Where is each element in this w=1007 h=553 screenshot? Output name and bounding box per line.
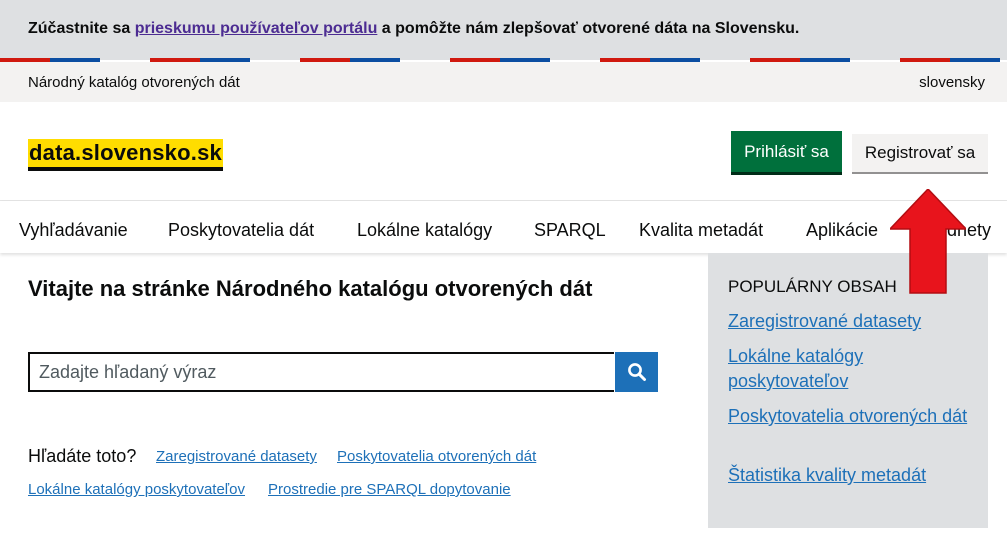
site-logo[interactable]: data.slovensko.sk — [28, 139, 223, 171]
quick-link-datasets[interactable]: Zaregistrované datasety — [156, 448, 317, 465]
nav-item-metadata-quality[interactable]: Kvalita metadát — [639, 220, 763, 241]
page-title: Vitajte na stránke Národného katalógu ot… — [28, 276, 593, 301]
site-name: Národný katalóg otvorených dát — [28, 74, 240, 91]
search-icon — [627, 363, 646, 381]
register-button[interactable]: Registrovať sa — [852, 134, 988, 172]
survey-banner: Zúčastnite sa prieskumu používateľov por… — [0, 0, 1007, 60]
quick-link-sparql[interactable]: Prostredie pre SPARQL dopytovanie — [268, 481, 511, 498]
survey-suffix: a pomôžte nám zlepšovať otvorené dáta na… — [377, 20, 800, 37]
nav-item-sparql[interactable]: SPARQL — [534, 220, 606, 241]
main-navigation: Vyhľadávanie Poskytovatelia dát Lokálne … — [0, 201, 1007, 253]
language-selector[interactable]: slovensky — [919, 74, 985, 91]
search-input[interactable] — [28, 352, 614, 392]
nav-item-applications[interactable]: Aplikácie — [806, 220, 878, 241]
site-header: data.slovensko.sk Prihlásiť sa Registrov… — [0, 102, 1007, 201]
search-button[interactable] — [615, 352, 658, 392]
survey-prefix: Zúčastnite sa — [28, 20, 135, 37]
sidebar-link-datasets[interactable]: Zaregistrované datasety — [728, 309, 968, 334]
survey-link[interactable]: prieskumu používateľov portálu — [135, 20, 378, 37]
login-button[interactable]: Prihlásiť sa — [731, 131, 842, 172]
top-bar: Národný katalóg otvorených dát slovensky — [0, 62, 1007, 102]
nav-item-search[interactable]: Vyhľadávanie — [19, 220, 128, 241]
quick-link-publishers[interactable]: Poskytovatelia otvorených dát — [337, 448, 536, 465]
nav-item-publishers[interactable]: Poskytovatelia dát — [168, 220, 314, 241]
red-arrow-icon — [890, 189, 966, 294]
nav-item-local-catalogs[interactable]: Lokálne katalógy — [357, 220, 492, 241]
survey-text: Zúčastnite sa prieskumu používateľov por… — [28, 20, 799, 38]
quick-link-local-catalogs[interactable]: Lokálne katalógy poskytovateľov — [28, 481, 245, 498]
sidebar-title: POPULÁRNY OBSAH — [728, 277, 897, 296]
sidebar-link-publishers[interactable]: Poskytovatelia otvorených dát — [728, 404, 968, 429]
looking-for-label: Hľadáte toto? — [28, 446, 137, 466]
sidebar-link-metadata-quality[interactable]: Štatistika kvality metadát — [728, 463, 968, 488]
sidebar-link-local-catalogs[interactable]: Lokálne katalógy poskytovateľov — [728, 344, 968, 394]
